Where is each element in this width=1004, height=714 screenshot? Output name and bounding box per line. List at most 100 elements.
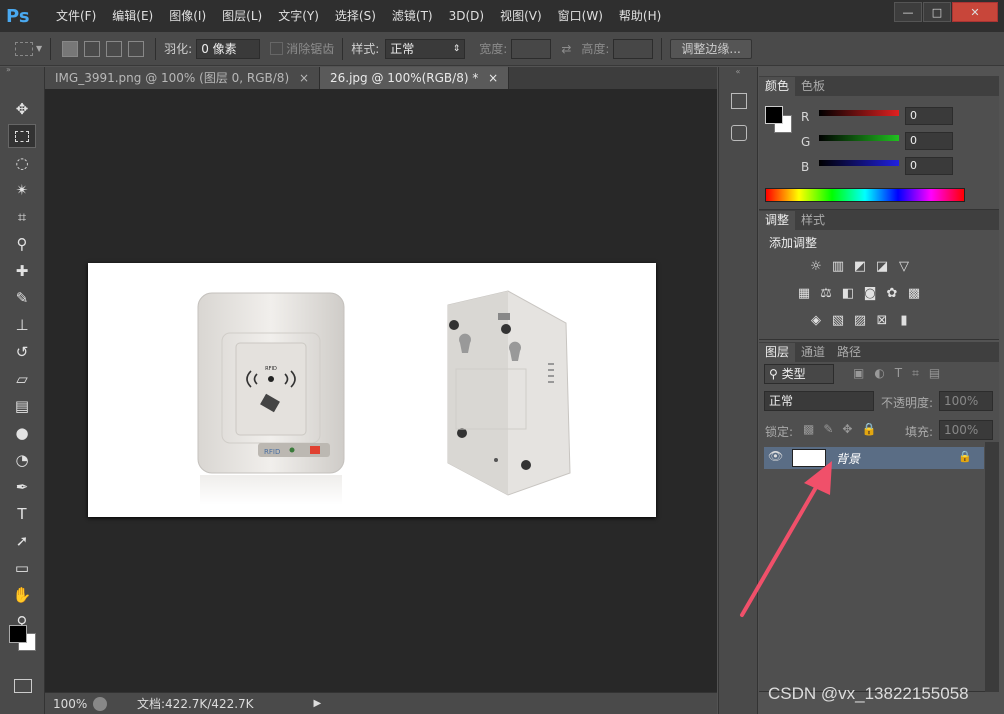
- intersect-selection-icon[interactable]: [128, 40, 145, 57]
- menu-filter[interactable]: 滤镜(T): [384, 0, 441, 32]
- menu-edit[interactable]: 编辑(E): [104, 0, 161, 32]
- new-selection-icon[interactable]: [62, 40, 79, 57]
- menu-help[interactable]: 帮助(H): [611, 0, 669, 32]
- b-channel-label: B: [801, 160, 810, 174]
- layer-filter-icons[interactable]: ▣◐T⌗▤: [853, 366, 950, 381]
- panel-fg-swatch[interactable]: [765, 106, 783, 124]
- color-balance-icon[interactable]: ⚖: [817, 285, 835, 301]
- type-tool-icon[interactable]: T: [8, 502, 36, 526]
- levels-icon[interactable]: ▥: [829, 258, 847, 274]
- status-menu-arrow-icon[interactable]: ▶: [314, 698, 322, 709]
- menu-file[interactable]: 文件(F): [48, 0, 104, 32]
- tab-adjustments[interactable]: 调整: [759, 211, 796, 230]
- pen-tool-icon[interactable]: ✒: [8, 475, 36, 499]
- path-select-tool-icon[interactable]: ➚: [8, 529, 36, 553]
- exposure-icon[interactable]: ◪: [873, 258, 891, 274]
- antialias-checkbox[interactable]: [270, 42, 284, 55]
- close-tab-icon[interactable]: ×: [488, 71, 498, 85]
- history-brush-tool-icon[interactable]: ↺: [8, 340, 36, 364]
- r-slider[interactable]: [819, 110, 899, 116]
- document-image[interactable]: RFID RFID: [88, 263, 656, 517]
- tab-color[interactable]: 颜色: [759, 77, 796, 96]
- lasso-tool-icon[interactable]: ◌: [8, 151, 36, 175]
- r-value-input[interactable]: 0: [905, 107, 953, 125]
- color-spectrum-bar[interactable]: [765, 188, 965, 202]
- tab-img3991[interactable]: IMG_3991.png @ 100% (图层 0, RGB/8) ×: [45, 67, 321, 89]
- tab-layers[interactable]: 图层: [759, 343, 796, 362]
- zoom-level[interactable]: 100%: [53, 697, 93, 711]
- layers-scrollbar[interactable]: [985, 442, 999, 692]
- layer-kind-filter[interactable]: ⚲ 类型: [764, 364, 834, 384]
- subtract-selection-icon[interactable]: [106, 40, 123, 57]
- magic-wand-tool-icon[interactable]: ✴: [8, 178, 36, 202]
- eyedropper-tool-icon[interactable]: ⚲: [8, 232, 36, 256]
- crop-tool-icon[interactable]: ⌗: [8, 205, 36, 229]
- hand-tool-icon[interactable]: ✋: [8, 583, 36, 607]
- 3d-panel-icon[interactable]: [731, 125, 747, 141]
- gradient-tool-icon[interactable]: ▤: [8, 394, 36, 418]
- tab-26jpg[interactable]: 26.jpg @ 100%(RGB/8) * ×: [320, 67, 510, 89]
- menu-view[interactable]: 视图(V): [492, 0, 550, 32]
- tab-channels[interactable]: 通道: [795, 343, 831, 362]
- rectangle-tool-icon[interactable]: ▭: [8, 556, 36, 580]
- gradient-map-icon[interactable]: ▮: [895, 312, 913, 328]
- height-input[interactable]: [613, 38, 654, 59]
- dodge-tool-icon[interactable]: ◔: [8, 448, 36, 472]
- b-value-input[interactable]: 0: [905, 157, 953, 175]
- fill-input[interactable]: 100%: [939, 420, 993, 440]
- color-swatches[interactable]: [9, 625, 36, 651]
- marquee-tool-icon[interactable]: [8, 124, 36, 148]
- lock-icons[interactable]: ▩✎✥🔒: [803, 422, 885, 436]
- color-panel: 颜色 色板 R 0 G 0 B 0: [759, 76, 999, 210]
- selective-color-icon[interactable]: ⊠: [873, 312, 891, 328]
- channel-mixer-icon[interactable]: ✿: [883, 285, 901, 301]
- refine-edge-button[interactable]: 调整边缘...: [670, 38, 752, 59]
- opacity-input[interactable]: 100%: [939, 391, 993, 411]
- width-input[interactable]: [511, 38, 552, 59]
- posterize-icon[interactable]: ▧: [829, 312, 847, 328]
- invert-icon[interactable]: ◈: [807, 312, 825, 328]
- style-select[interactable]: 正常 ⇕: [385, 38, 466, 59]
- stamp-tool-icon[interactable]: ⊥: [8, 313, 36, 337]
- vibrance-icon[interactable]: ▽: [895, 258, 913, 274]
- status-info-icon[interactable]: [93, 696, 107, 711]
- menu-3d[interactable]: 3D(D): [441, 0, 492, 32]
- move-tool-icon[interactable]: ✥: [8, 97, 36, 121]
- photo-filter-icon[interactable]: ◙: [861, 285, 879, 301]
- quick-mask-icon[interactable]: [14, 679, 32, 693]
- menu-layer[interactable]: 图层(L): [214, 0, 270, 32]
- restore-button[interactable]: □: [923, 2, 951, 22]
- menu-image[interactable]: 图像(I): [161, 0, 214, 32]
- blend-mode-select[interactable]: 正常: [764, 391, 874, 411]
- brush-tool-icon[interactable]: ✎: [8, 286, 36, 310]
- eraser-tool-icon[interactable]: ▱: [8, 367, 36, 391]
- hue-saturation-icon[interactable]: ▦: [795, 285, 813, 301]
- tab-swatches[interactable]: 色板: [795, 77, 831, 96]
- close-button[interactable]: ✕: [952, 2, 998, 22]
- brightness-icon[interactable]: ☼: [807, 258, 825, 274]
- g-slider[interactable]: [819, 135, 899, 141]
- history-panel-icon[interactable]: [731, 93, 747, 109]
- black-white-icon[interactable]: ◧: [839, 285, 857, 301]
- foreground-color-swatch[interactable]: [9, 625, 27, 643]
- healing-brush-tool-icon[interactable]: ✚: [8, 259, 36, 283]
- add-selection-icon[interactable]: [84, 40, 101, 57]
- strip-collapse-icon[interactable]: «: [719, 67, 757, 79]
- minimize-button[interactable]: —: [894, 2, 922, 22]
- close-tab-icon[interactable]: ×: [299, 71, 309, 85]
- threshold-icon[interactable]: ▨: [851, 312, 869, 328]
- swap-icon[interactable]: ⇄: [561, 42, 571, 56]
- color-lookup-icon[interactable]: ▩: [905, 285, 923, 301]
- b-slider[interactable]: [819, 160, 899, 166]
- tab-styles[interactable]: 样式: [795, 211, 831, 230]
- marquee-preset-icon[interactable]: [15, 41, 33, 56]
- g-value-input[interactable]: 0: [905, 132, 953, 150]
- color-swatch-pair[interactable]: [765, 106, 792, 133]
- tab-paths[interactable]: 路径: [831, 343, 867, 362]
- menu-type[interactable]: 文字(Y): [270, 0, 327, 32]
- feather-input[interactable]: 0 像素: [196, 38, 261, 59]
- curves-icon[interactable]: ◩: [851, 258, 869, 274]
- blur-tool-icon[interactable]: ●: [8, 421, 36, 445]
- menu-select[interactable]: 选择(S): [327, 0, 384, 32]
- menu-window[interactable]: 窗口(W): [550, 0, 611, 32]
